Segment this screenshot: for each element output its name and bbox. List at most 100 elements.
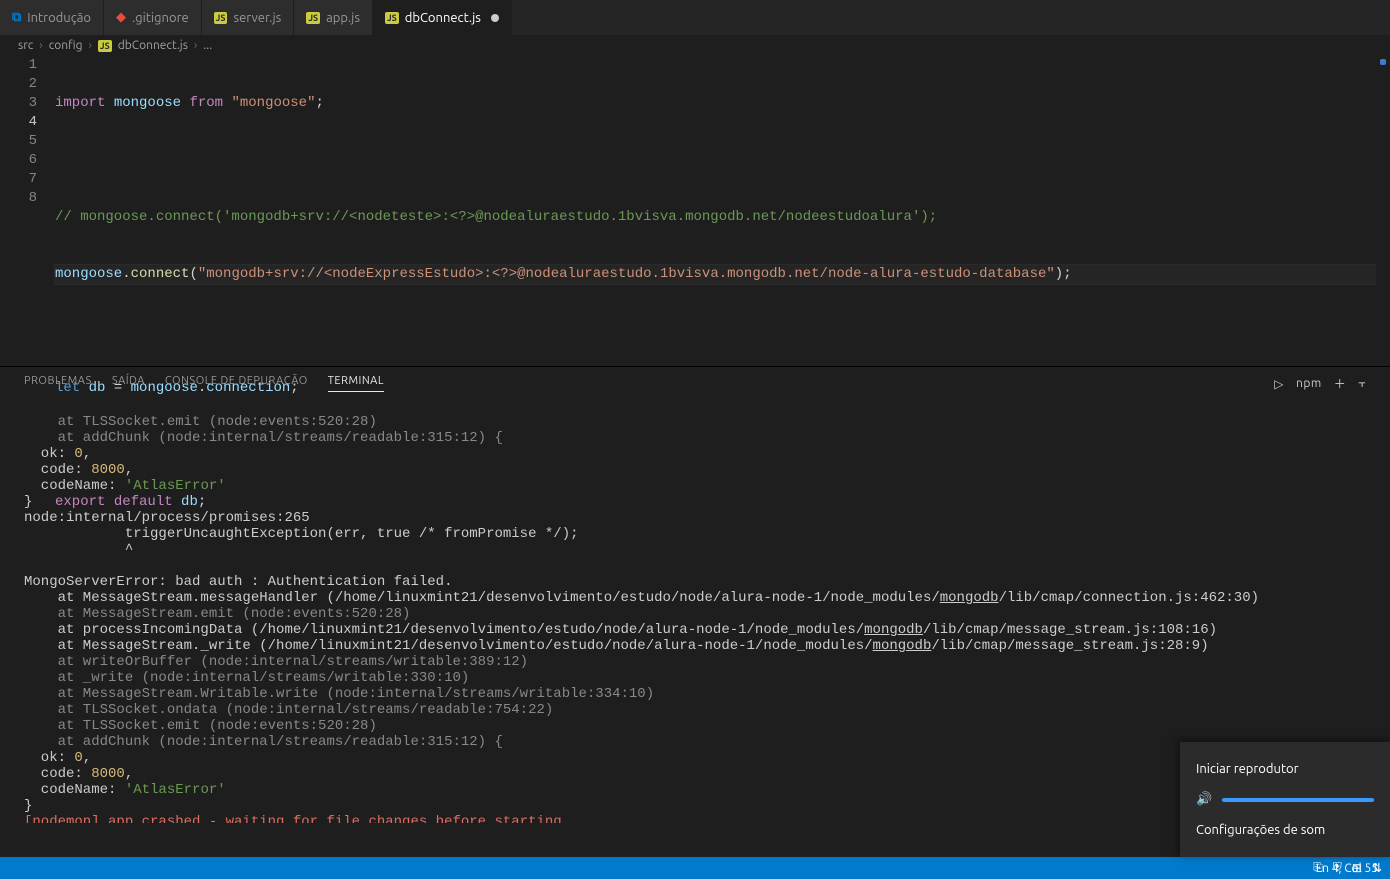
tab-label: server.js (233, 11, 281, 25)
term-line: at processIncomingData (/home/linuxmint2… (24, 622, 864, 638)
t: ; (1063, 266, 1071, 282)
t: db (89, 380, 106, 396)
term-line: 8000 (91, 766, 125, 782)
chevron-right-icon: › (89, 39, 92, 52)
vscode-icon: ⧉ (12, 10, 21, 25)
tab-label: Introdução (27, 11, 91, 25)
tab-label: .gitignore (132, 11, 189, 25)
line-gutter: 1 2 3 4 5 6 7 8 (0, 56, 55, 366)
term-line: at writeOrBuffer (node:internal/streams/… (24, 654, 528, 670)
term-line: mongodb (864, 622, 923, 638)
term-line: /lib/cmap/connection.js:462:30) (999, 590, 1259, 606)
js-icon: JS (214, 12, 228, 24)
term-line: code: (24, 766, 91, 782)
volume-row[interactable]: 🔊 (1180, 784, 1390, 815)
popup-title-row[interactable]: Iniciar reprodutor (1180, 754, 1390, 784)
term-line: at MessageStream._write (/home/linuxmint… (24, 638, 873, 654)
t: export (55, 494, 105, 510)
line-number: 3 (0, 94, 37, 113)
line-number: 8 (0, 189, 37, 208)
term-line: , (83, 750, 91, 766)
speaker-icon: 🔊 (1196, 792, 1212, 807)
t: mongoose (55, 266, 122, 282)
t: mongoose (114, 95, 181, 111)
sound-popup: Iniciar reprodutor 🔊 Configurações de so… (1180, 742, 1390, 857)
term-line: at _write (node:internal/streams/writabl… (24, 670, 469, 686)
line-number: 2 (0, 75, 37, 94)
term-line: } (24, 798, 32, 814)
t: ; (198, 494, 206, 510)
breadcrumb-seg: dbConnect.js (118, 39, 188, 52)
t: // mongoose.connect('mongodb+srv://<node… (55, 209, 937, 225)
t: connect (131, 266, 190, 282)
line-number: 1 (0, 56, 37, 75)
sound-settings-row[interactable]: Configurações de som (1180, 815, 1390, 845)
chevron-right-icon: › (194, 39, 197, 52)
term-line: at TLSSocket.emit (node:events:520:28) (24, 718, 377, 734)
term-line: ok: (24, 750, 74, 766)
editor-tab-bar: ⧉ Introdução ◆ .gitignore JS server.js J… (0, 0, 1390, 35)
term-line: 'AtlasError' (125, 782, 226, 798)
breadcrumb-seg: ... (203, 39, 212, 52)
volume-slider[interactable] (1222, 798, 1374, 802)
tray-icon[interactable]: ⎘ (1313, 861, 1323, 875)
code-area[interactable]: import mongoose from "mongoose"; // mong… (55, 56, 1390, 366)
git-icon: ◆ (116, 10, 126, 25)
line-number: 6 (0, 151, 37, 170)
term-line: } (24, 494, 32, 510)
t: from (189, 95, 223, 111)
tab-app-js[interactable]: JS app.js (294, 0, 373, 35)
code-editor[interactable]: 1 2 3 4 5 6 7 8 import mongoose from "mo… (0, 56, 1390, 366)
t: connection (206, 380, 290, 396)
term-line: codeName: (24, 782, 125, 798)
t: db (181, 494, 198, 510)
t: = (105, 380, 130, 396)
minimap[interactable] (1376, 55, 1390, 365)
t: ( (189, 266, 197, 282)
t: ; (315, 95, 323, 111)
t: . (122, 266, 130, 282)
tab-dbconnect-js[interactable]: JS dbConnect.js (373, 0, 512, 35)
t: let (55, 380, 80, 396)
term-line: at MessageStream.emit (node:events:520:2… (24, 606, 410, 622)
t: "mongoose" (231, 95, 315, 111)
status-bar: Ln 4, Col 55 (0, 857, 1390, 879)
js-icon: JS (98, 40, 112, 52)
term-line: /lib/cmap/message_stream.js:28:9) (931, 638, 1208, 654)
tab-label: app.js (326, 11, 360, 25)
term-line: at MessageStream.messageHandler (/home/l… (24, 590, 940, 606)
t: ) (1055, 266, 1063, 282)
term-line: mongodb (940, 590, 999, 606)
breadcrumb[interactable]: src › config › JS dbConnect.js › ... (0, 35, 1390, 56)
term-line: 0 (74, 750, 82, 766)
sound-settings-label: Configurações de som (1196, 823, 1325, 837)
shield-icon[interactable]: ⛨ (1333, 861, 1342, 875)
t: ; (290, 380, 298, 396)
js-icon: JS (306, 12, 320, 24)
t: mongoose (131, 380, 198, 396)
term-line: /lib/cmap/message_stream.js:108:16) (923, 622, 1217, 638)
js-icon: JS (385, 12, 399, 24)
tab-server-js[interactable]: JS server.js (202, 0, 295, 35)
line-number: 5 (0, 132, 37, 151)
breadcrumb-seg: src (18, 39, 33, 52)
tray-icon[interactable]: ⊞ (1352, 861, 1362, 875)
network-icon[interactable]: ⇅ (1372, 861, 1382, 875)
line-number: 4 (0, 113, 37, 132)
t: import (55, 95, 105, 111)
term-line: [nodemon] app crashed - waiting for file… (24, 814, 587, 823)
breadcrumb-seg: config (49, 39, 83, 52)
term-line: mongodb (873, 638, 932, 654)
tab-label: dbConnect.js (405, 11, 481, 25)
chevron-right-icon: › (39, 39, 42, 52)
term-line: MongoServerError: bad auth : Authenticat… (24, 574, 452, 590)
popup-title: Iniciar reprodutor (1196, 762, 1299, 776)
taskbar-tray: ⎘ ⛨ ⊞ ⇅ (1313, 857, 1382, 879)
modified-dot-icon (491, 14, 499, 22)
term-line: at addChunk (node:internal/streams/reada… (24, 734, 503, 750)
term-line: , (125, 766, 133, 782)
t: default (114, 494, 173, 510)
tab-introducao[interactable]: ⧉ Introdução (0, 0, 104, 35)
term-line: at TLSSocket.ondata (node:internal/strea… (24, 702, 553, 718)
tab-gitignore[interactable]: ◆ .gitignore (104, 0, 202, 35)
